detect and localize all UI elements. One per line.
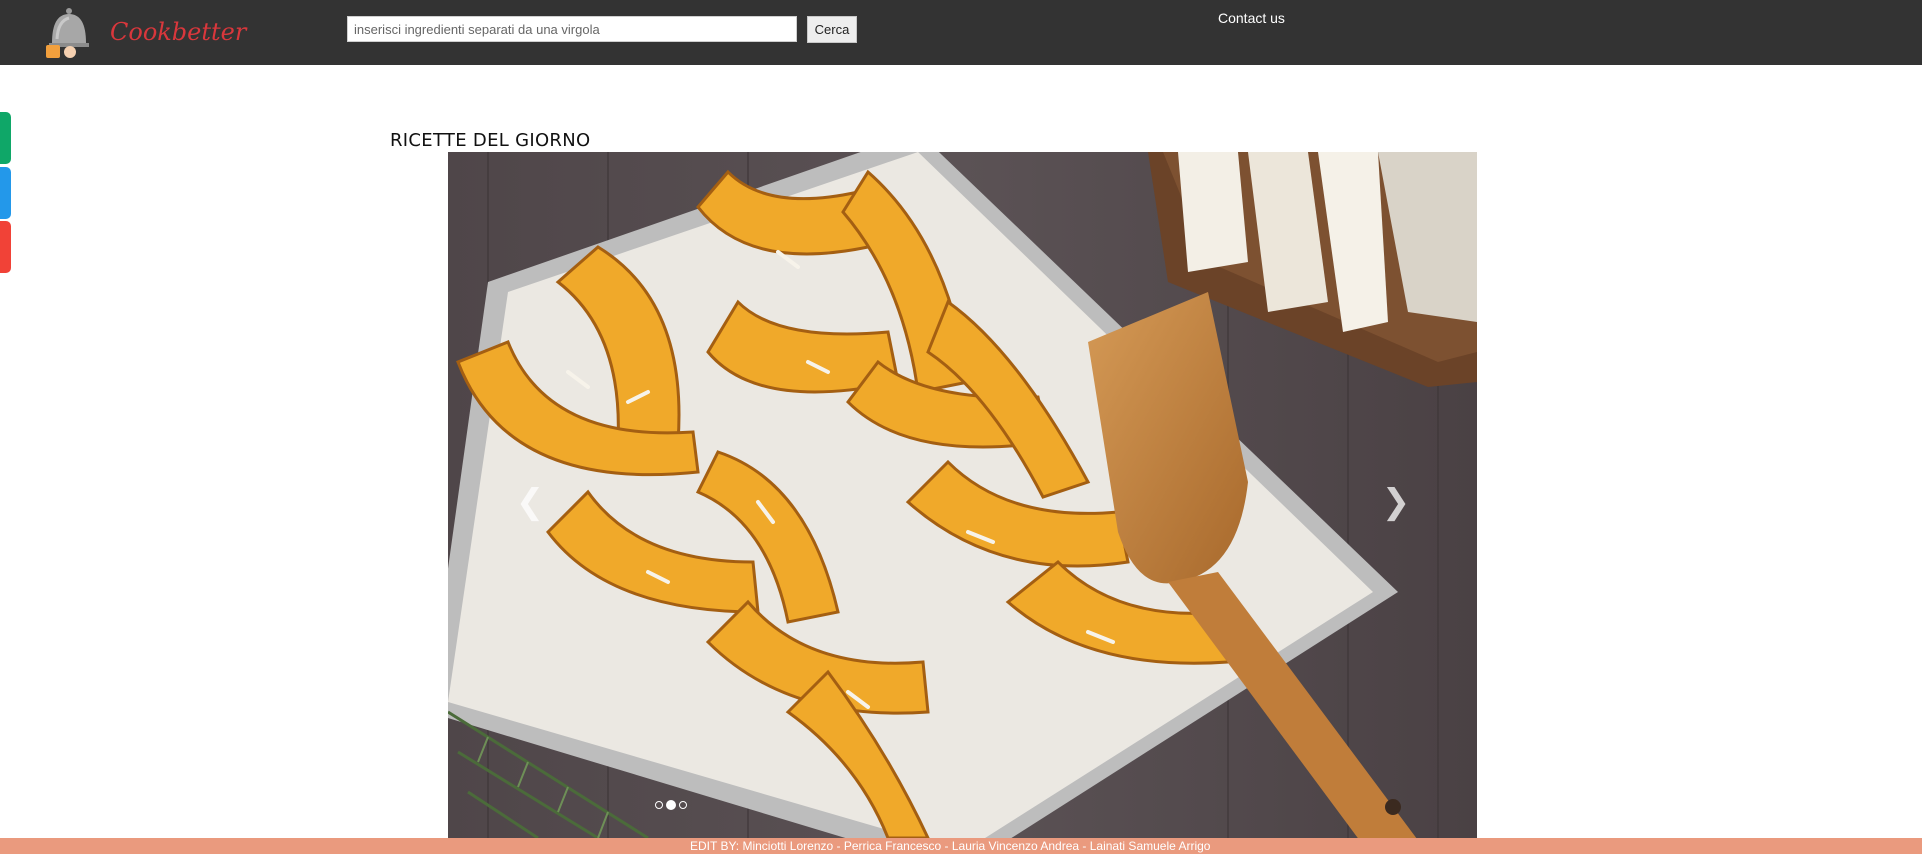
carousel-prev-button[interactable]: ❮ [510,472,550,532]
recipe-carousel[interactable]: ❮ ❯ [448,152,1477,838]
carousel-indicator-2[interactable] [666,800,676,810]
chevron-left-icon: ❮ [515,482,545,522]
header-bar: Cookbetter Cerca Contact us [0,0,1922,65]
carousel-slide-image [448,152,1477,838]
brand-name[interactable]: Cookbetter [110,18,246,46]
page: Cookbetter Cerca Contact us RICETTE DEL … [0,0,1922,854]
chevron-right-icon: ❯ [1381,482,1411,522]
carousel-indicator-3[interactable] [679,801,687,809]
footer-bar: EDIT BY: Minciotti Lorenzo - Perrica Fra… [0,838,1922,854]
share-tab-red[interactable] [0,221,11,273]
carousel-next-button[interactable]: ❯ [1376,472,1416,532]
search-button[interactable]: Cerca [807,16,857,43]
ingredients-search-input[interactable] [347,16,797,42]
carousel-indicators [655,800,687,810]
contact-us-link[interactable]: Contact us [1218,10,1285,26]
chef-cloche-logo-icon[interactable] [44,5,94,59]
share-tab-blue[interactable] [0,167,11,219]
share-tab-green[interactable] [0,112,11,164]
footer-credits: EDIT BY: Minciotti Lorenzo - Perrica Fra… [690,839,1211,853]
carousel-indicator-1[interactable] [655,801,663,809]
section-title: RICETTE DEL GIORNO [390,130,591,151]
